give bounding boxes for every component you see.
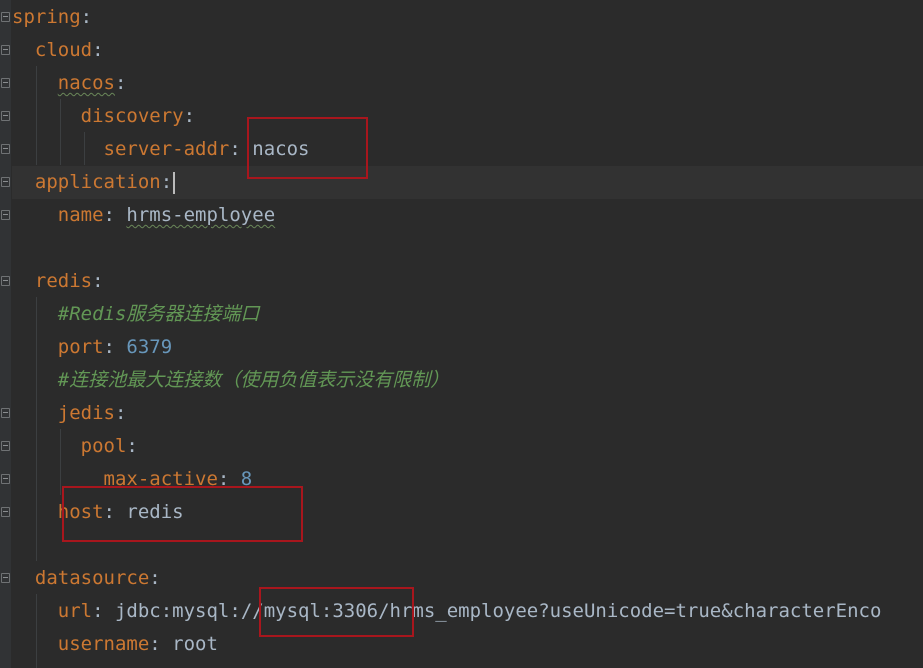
text-caret xyxy=(173,171,176,194)
yaml-key: name xyxy=(57,204,104,226)
yaml-key: server-addr xyxy=(103,138,230,160)
yaml-key: discovery xyxy=(80,105,184,127)
yaml-key: datasource xyxy=(34,567,150,589)
fold-icon[interactable] xyxy=(1,441,10,451)
fold-icon[interactable] xyxy=(1,507,10,517)
fold-icon[interactable] xyxy=(1,276,10,286)
yaml-number: 6379 xyxy=(126,336,173,358)
code-line-current[interactable]: application: xyxy=(12,166,923,199)
yaml-key: port xyxy=(57,336,104,358)
code-line[interactable]: #Redis服务器连接端口 xyxy=(12,298,260,331)
yaml-value: jdbc:mysql://mysql:3306/hrms_employee?us… xyxy=(114,600,882,622)
annotation-box-mysql xyxy=(259,587,414,637)
yaml-key: nacos xyxy=(57,72,115,94)
editor-gutter xyxy=(0,0,11,668)
fold-icon[interactable] xyxy=(1,210,10,220)
code-line[interactable]: pool: xyxy=(12,430,138,463)
fold-icon[interactable] xyxy=(1,12,10,22)
fold-icon[interactable] xyxy=(1,45,10,55)
code-line[interactable]: cloud: xyxy=(12,34,104,67)
code-line[interactable]: nacos: xyxy=(12,67,127,100)
code-line[interactable]: url: jdbc:mysql://mysql:3306/hrms_employ… xyxy=(12,595,882,628)
code-line[interactable]: datasource: xyxy=(12,562,161,595)
fold-icon[interactable] xyxy=(1,573,10,583)
yaml-key: spring xyxy=(12,6,81,28)
code-line[interactable]: discovery: xyxy=(12,100,195,133)
code-line[interactable]: name: hrms-employee xyxy=(12,199,275,232)
fold-icon[interactable] xyxy=(1,144,10,154)
yaml-value: hrms-employee xyxy=(126,204,276,226)
fold-icon[interactable] xyxy=(1,177,10,187)
code-line[interactable]: port: 6379 xyxy=(12,331,172,364)
yaml-key: application xyxy=(34,171,161,193)
annotation-box-nacos xyxy=(247,117,368,179)
yaml-value: root xyxy=(172,633,218,655)
yaml-key: redis xyxy=(34,270,93,292)
yaml-key: username xyxy=(57,633,150,655)
yaml-comment: #连接池最大连接数（使用负值表示没有限制） xyxy=(57,369,450,391)
yaml-key: pool xyxy=(80,435,127,457)
fold-icon[interactable] xyxy=(1,408,10,418)
code-line[interactable]: #连接池最大连接数（使用负值表示没有限制） xyxy=(12,364,449,397)
fold-icon[interactable] xyxy=(1,78,10,88)
code-line[interactable]: spring: xyxy=(12,1,92,34)
yaml-key: url xyxy=(57,600,93,622)
code-line[interactable]: jedis: xyxy=(12,397,127,430)
yaml-key: jedis xyxy=(57,402,115,424)
yaml-key: cloud xyxy=(34,39,93,61)
fold-icon[interactable] xyxy=(1,111,10,121)
code-line[interactable]: username: root xyxy=(12,628,218,661)
fold-icon[interactable] xyxy=(1,474,10,484)
yaml-comment: #Redis服务器连接端口 xyxy=(57,303,260,325)
code-line[interactable]: redis: xyxy=(12,265,104,298)
annotation-box-host xyxy=(62,486,303,542)
